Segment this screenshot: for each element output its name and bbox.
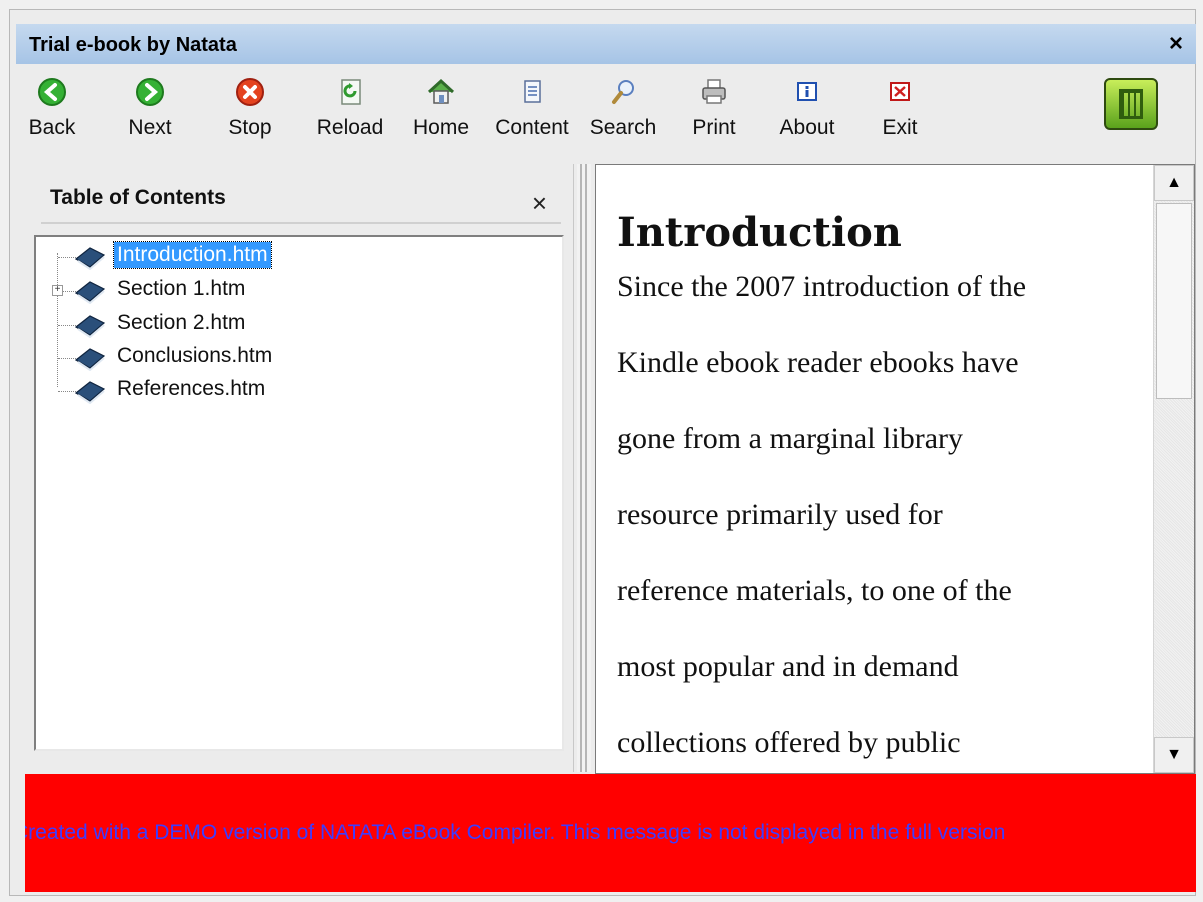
stop-label: Stop <box>228 116 272 139</box>
tree-item-label: Introduction.htm <box>113 241 272 269</box>
home-button[interactable]: Home <box>402 64 480 150</box>
demo-banner: Created with a DEMO version of NATATA eB… <box>25 774 1196 892</box>
next-label: Next <box>128 116 172 139</box>
tree-item-label: Section 1.htm <box>117 277 246 300</box>
print-icon <box>702 79 726 104</box>
book-icon <box>74 348 106 371</box>
search-button[interactable]: Search <box>578 64 668 150</box>
content-line: Kindle ebook reader ebooks have <box>617 346 1019 379</box>
exit-icon <box>890 82 910 101</box>
demo-banner-text: Created with a DEMO version of NATATA eB… <box>25 821 1006 844</box>
window-close-button[interactable]: × <box>1162 32 1190 58</box>
pane-splitter[interactable] <box>577 164 591 772</box>
content-line: resource primarily used for <box>617 498 943 531</box>
content-line: Since the 2007 introduction of the <box>617 270 1027 303</box>
scroll-thumb[interactable] <box>1156 203 1192 399</box>
back-label: Back <box>28 116 76 139</box>
tree-item-introduction[interactable]: Introduction.htm <box>36 241 336 271</box>
title-bar: Trial e-book by Natata × <box>16 24 1196 64</box>
window-title: Trial e-book by Natata <box>29 34 237 56</box>
tree-item-conclusions[interactable]: Conclusions.htm <box>36 342 336 372</box>
home-label: Home <box>412 116 470 139</box>
expand-plus-icon[interactable]: + <box>52 285 63 296</box>
print-label: Print <box>692 116 736 139</box>
about-label: About <box>779 116 835 139</box>
toolbar: Back Next Stop Reload Home Content Searc… <box>16 64 1196 154</box>
tree-item-section-1[interactable]: + Section 1.htm <box>36 275 336 305</box>
book-icon <box>74 315 106 338</box>
exit-button[interactable]: Exit <box>870 64 930 150</box>
stop-button[interactable]: Stop <box>220 64 280 150</box>
natata-logo-icon <box>1104 78 1158 130</box>
content-icon <box>524 80 541 103</box>
content-line: reference materials, to one of the <box>617 574 1012 607</box>
toc-tree: Introduction.htm + Section 1.htm Section… <box>34 235 564 751</box>
content-line: most popular and in demand <box>617 650 959 683</box>
exit-label: Exit <box>882 116 918 139</box>
tree-item-references[interactable]: References.htm <box>36 375 336 405</box>
back-button[interactable]: Back <box>22 64 82 150</box>
vertical-scrollbar[interactable]: ▲ ▼ <box>1153 165 1194 773</box>
toc-title: Table of Contents <box>50 186 226 209</box>
content-button[interactable]: Content <box>486 64 578 150</box>
content-line: collections offered by public <box>617 726 961 759</box>
next-icon <box>136 78 164 106</box>
back-icon <box>38 78 66 106</box>
about-button[interactable]: About <box>772 64 842 150</box>
home-icon <box>427 78 455 104</box>
content-label: Content <box>495 116 569 139</box>
table-of-contents-panel: × Table of Contents Introduction.htm + S… <box>25 164 574 772</box>
content-pane: Introduction Since the 2007 introduction… <box>595 164 1195 774</box>
about-icon <box>797 82 817 101</box>
toc-close-button[interactable]: × <box>532 188 547 219</box>
search-icon <box>612 80 634 104</box>
book-icon <box>74 281 106 304</box>
search-label: Search <box>589 116 657 139</box>
content-body: Introduction Since the 2007 introduction… <box>617 209 1157 773</box>
tree-item-label: References.htm <box>117 377 266 400</box>
reload-icon <box>341 79 361 105</box>
print-button[interactable]: Print <box>684 64 744 150</box>
content-paragraph: Since the 2007 introduction of the Kindl… <box>617 262 1157 773</box>
book-icon <box>74 247 106 270</box>
reload-button[interactable]: Reload <box>304 64 396 150</box>
book-icon <box>74 381 106 404</box>
stop-icon <box>236 78 264 106</box>
next-button[interactable]: Next <box>120 64 180 150</box>
content-heading: Introduction <box>617 209 902 256</box>
content-line: gone from a marginal library <box>617 422 963 455</box>
reload-label: Reload <box>316 116 384 139</box>
tree-item-label: Conclusions.htm <box>117 344 273 367</box>
tree-item-section-2[interactable]: Section 2.htm <box>36 309 336 339</box>
scroll-down-button[interactable]: ▼ <box>1154 737 1194 773</box>
scroll-up-button[interactable]: ▲ <box>1154 165 1194 201</box>
tree-item-label: Section 2.htm <box>117 311 246 334</box>
